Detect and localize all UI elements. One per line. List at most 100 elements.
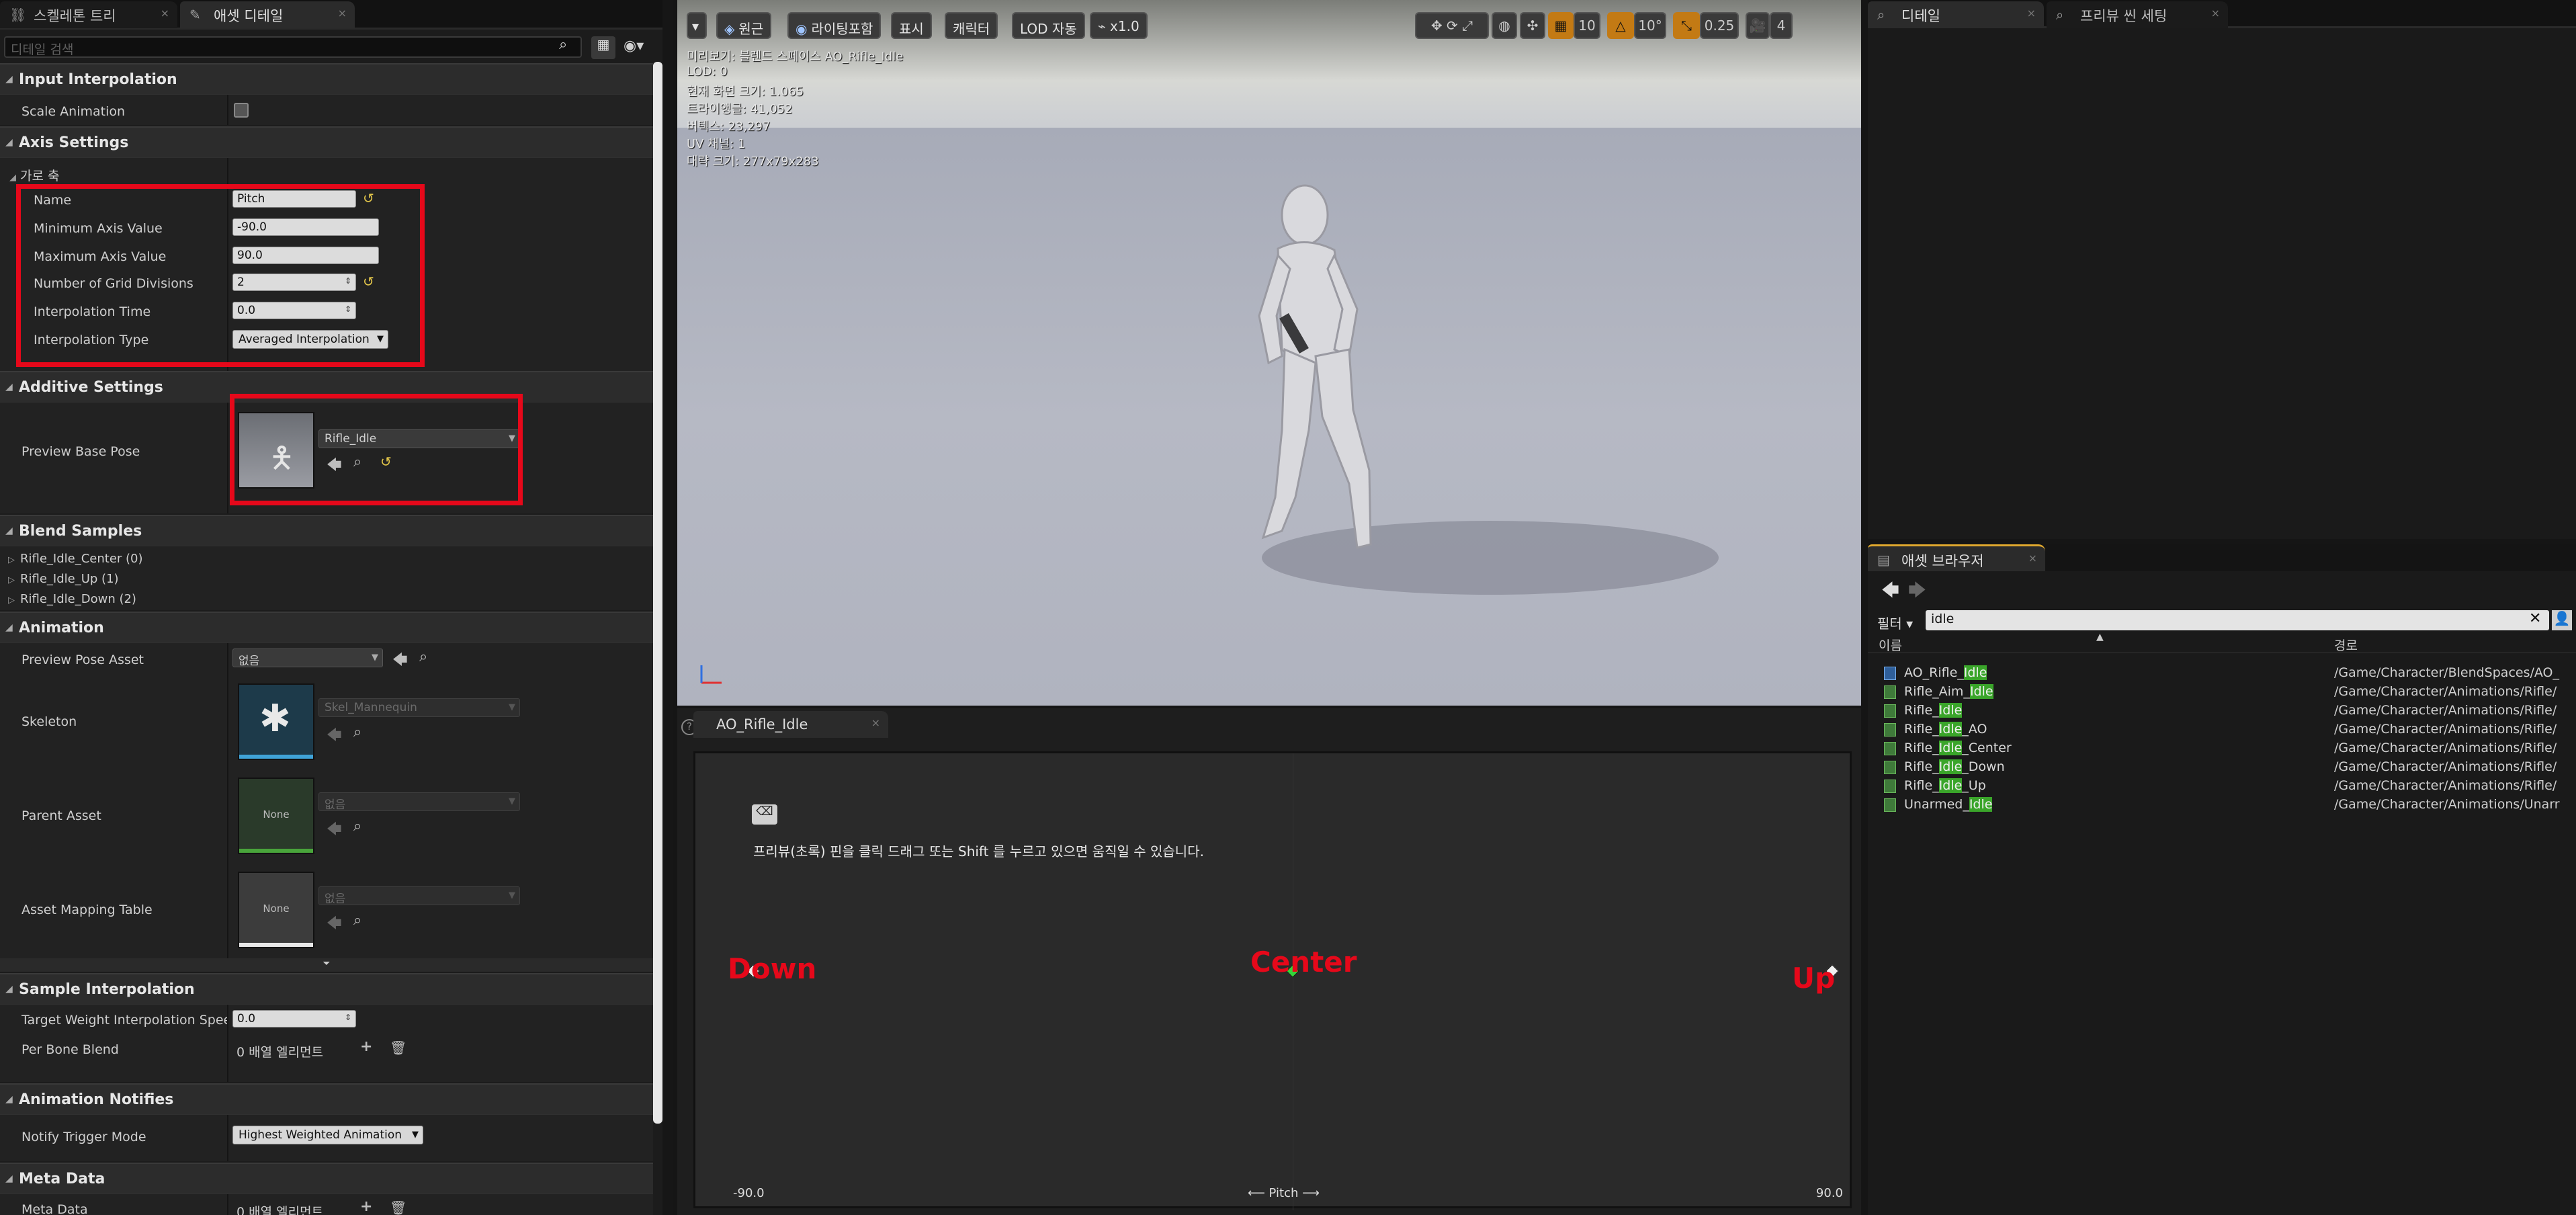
back-arrow-icon[interactable]: 🡄	[1881, 578, 1899, 608]
asset-row[interactable]: Rifle_Aim_Idle/Game/Character/Animations…	[1868, 683, 2576, 702]
tab-skeleton-tree[interactable]: ⛓ 스켈레톤 트리 ×	[0, 1, 177, 28]
column-path[interactable]: 경로	[2334, 636, 2358, 654]
forward-arrow-icon[interactable]: 🡆	[1908, 578, 1926, 608]
browse-magnifier-icon[interactable]: ⌕	[419, 648, 427, 665]
column-splitter[interactable]	[227, 1194, 228, 1215]
column-name[interactable]: 이름	[1879, 636, 1902, 654]
asset-row[interactable]: Rifle_Idle_AO/Game/Character/Animations/…	[1868, 720, 2576, 739]
surface-snap-icon[interactable]: ✣	[1520, 12, 1545, 39]
asset-grid-icon: ▤	[1877, 552, 1890, 568]
asset-row[interactable]: Unarmed_Idle/Game/Character/Animations/U…	[1868, 796, 2576, 814]
character-button[interactable]: 캐릭터	[945, 12, 998, 39]
parent-asset-thumbnail[interactable]: None	[238, 778, 314, 854]
close-icon[interactable]: ×	[871, 716, 880, 729]
column-splitter[interactable]	[227, 95, 228, 125]
grid-snap-icon[interactable]: ▦	[1548, 12, 1574, 39]
scale-animation-checkbox[interactable]	[234, 103, 249, 118]
close-icon[interactable]: ×	[161, 7, 169, 19]
category-input-interpolation[interactable]: ◢ Input Interpolation	[0, 63, 653, 94]
asset-row[interactable]: Rifle_Idle/Game/Character/Animations/Rif…	[1868, 702, 2576, 720]
anim-asset-color-bar	[239, 849, 313, 853]
rotation-snap-value[interactable]: 10°	[1634, 12, 1666, 39]
advanced-expand-chevron-icon[interactable]: ⏷	[0, 958, 653, 972]
category-axis-settings[interactable]: ◢ Axis Settings	[0, 126, 653, 157]
panel-divider[interactable]	[662, 0, 673, 1215]
browse-magnifier-icon[interactable]: ⌕	[353, 818, 361, 835]
perspective-button[interactable]: ◈ 원근	[716, 12, 772, 39]
category-animation[interactable]: ◢ Animation	[0, 612, 653, 642]
show-button[interactable]: 표시	[891, 12, 932, 39]
close-icon[interactable]: ×	[338, 7, 347, 19]
scale-snap-icon[interactable]: ⤡	[1673, 12, 1700, 39]
skeleton-thumbnail[interactable]: ✱	[238, 683, 314, 760]
category-animation-notifies[interactable]: ◢ Animation Notifies	[0, 1083, 653, 1114]
search-match-highlight: Idle	[1938, 741, 1963, 755]
user-filter-icon[interactable]: 👤	[2552, 610, 2572, 630]
viewport-options-button[interactable]: ▾	[687, 12, 707, 39]
add-element-plus-icon[interactable]: +	[360, 1038, 372, 1055]
lod-auto-button[interactable]: LOD 자동	[1012, 12, 1085, 39]
horizontal-axis-group[interactable]: ◢ 가로 축	[9, 166, 59, 184]
tab-asset-details[interactable]: ✎ 애셋 디테일 ×	[180, 1, 355, 28]
category-meta-data[interactable]: ◢ Meta Data	[0, 1163, 653, 1193]
animation-asset-icon	[1884, 723, 1896, 737]
transform-tools-group[interactable]: ✥ ⟳ ⤢	[1415, 12, 1489, 39]
view-options-eye-icon[interactable]: ◉▾	[624, 38, 644, 54]
scale-snap-value[interactable]: 0.25	[1700, 12, 1739, 39]
tab-preview-scene-settings[interactable]: ⌕ 프리뷰 씬 세팅 ×	[2047, 1, 2228, 28]
browse-magnifier-icon[interactable]: ⌕	[353, 724, 361, 741]
asset-row[interactable]: Rifle_Idle_Center/Game/Character/Animati…	[1868, 739, 2576, 758]
notify-trigger-mode-dropdown[interactable]: Highest Weighted Animation ▼	[232, 1126, 423, 1144]
grid-size-value[interactable]: 10	[1574, 12, 1600, 39]
details-scrollbar[interactable]	[653, 62, 662, 1124]
world-local-icon[interactable]: ◍	[1492, 12, 1517, 39]
camera-speed-icon[interactable]: 🎥	[1746, 12, 1770, 39]
clear-search-icon[interactable]: ✕	[2529, 610, 2541, 627]
playback-speed-button[interactable]: ⌁ x1.0	[1090, 12, 1148, 39]
column-splitter[interactable]	[227, 1005, 228, 1082]
category-sample-interpolation[interactable]: ◢ Sample Interpolation	[0, 973, 653, 1004]
chevron-down-icon: ▾	[1906, 616, 1914, 632]
rotate-icon[interactable]: ⟳	[1447, 17, 1458, 34]
close-icon[interactable]: ×	[2028, 552, 2037, 564]
tab-details[interactable]: ⌕ 디테일 ×	[1868, 1, 2044, 28]
close-icon[interactable]: ×	[2027, 7, 2036, 19]
search-icon[interactable]: ⌕	[559, 36, 567, 53]
category-blend-samples[interactable]: ◢ Blend Samples	[0, 515, 653, 546]
use-selected-arrow-icon[interactable]: 🡄	[392, 648, 408, 674]
column-splitter[interactable]	[227, 643, 228, 958]
preview-viewport[interactable]: ▾ ◈ 원근 ◉ 라이팅포함 표시 캐릭터 LOD 자동 ⌁ x1.0 ✥ ⟳ ⤢ ◍…	[677, 0, 1861, 706]
filter-dropdown[interactable]: 필터 ▾	[1877, 613, 1913, 632]
asset-search-input[interactable]: idle	[1926, 610, 2549, 630]
camera-speed-value[interactable]: 4	[1770, 12, 1793, 39]
asset-row[interactable]: Rifle_Idle_Down/Game/Character/Animation…	[1868, 758, 2576, 777]
preview-pose-asset-dropdown[interactable]: 없음 ▼	[232, 648, 383, 668]
lighting-mode-button[interactable]: ◉ 라이팅포함	[787, 12, 882, 39]
asset-row[interactable]: Rifle_Idle_Up/Game/Character/Animations/…	[1868, 777, 2576, 796]
property-matrix-button[interactable]: ▦	[591, 36, 615, 59]
column-splitter[interactable]	[227, 403, 228, 513]
tab-ao-rifle-idle[interactable]: AO_Rifle_Idle ×	[693, 711, 888, 738]
blend-sample-item[interactable]: ▷ Rifle_Idle_Center (0)	[8, 552, 143, 566]
blend-space-grid[interactable]: ⌫ 프리뷰(초록) 핀을 클릭 드래그 또는 Shift 를 누르고 있으면 움…	[693, 751, 1852, 1210]
perspective-cube-icon: ◈	[724, 21, 735, 37]
delete-trash-icon[interactable]: 🗑	[390, 1200, 406, 1215]
add-element-plus-icon[interactable]: +	[360, 1198, 372, 1215]
scale-icon[interactable]: ⤢	[1462, 17, 1473, 34]
target-weight-speed-input[interactable]: 0.0 ⇕	[232, 1010, 356, 1028]
column-splitter[interactable]	[227, 1115, 228, 1161]
details-search-input[interactable]: 디테일 검색	[4, 36, 582, 58]
blend-sample-item[interactable]: ▷ Rifle_Idle_Down (2)	[8, 592, 136, 606]
asset-row[interactable]: AO_Rifle_Idle/Game/Character/BlendSpaces…	[1868, 664, 2576, 683]
grid-toggle-icon[interactable]: ⌫	[752, 804, 777, 825]
asset-browser-tab-bar: ▤ 애셋 브라우저 ×	[1868, 544, 2576, 571]
rotation-snap-icon[interactable]: △	[1607, 12, 1634, 39]
delete-trash-icon[interactable]: 🗑	[390, 1040, 406, 1056]
translate-icon[interactable]: ✥	[1431, 17, 1443, 34]
tab-asset-browser[interactable]: ▤ 애셋 브라우저 ×	[1868, 544, 2045, 571]
close-icon[interactable]: ×	[2211, 7, 2220, 19]
blend-sample-item[interactable]: ▷ Rifle_Idle_Up (1)	[8, 572, 119, 586]
spin-arrows-icon[interactable]: ⇕	[345, 1013, 351, 1022]
browse-magnifier-icon[interactable]: ⌕	[353, 912, 361, 929]
asset-mapping-thumbnail[interactable]: None	[238, 872, 314, 948]
